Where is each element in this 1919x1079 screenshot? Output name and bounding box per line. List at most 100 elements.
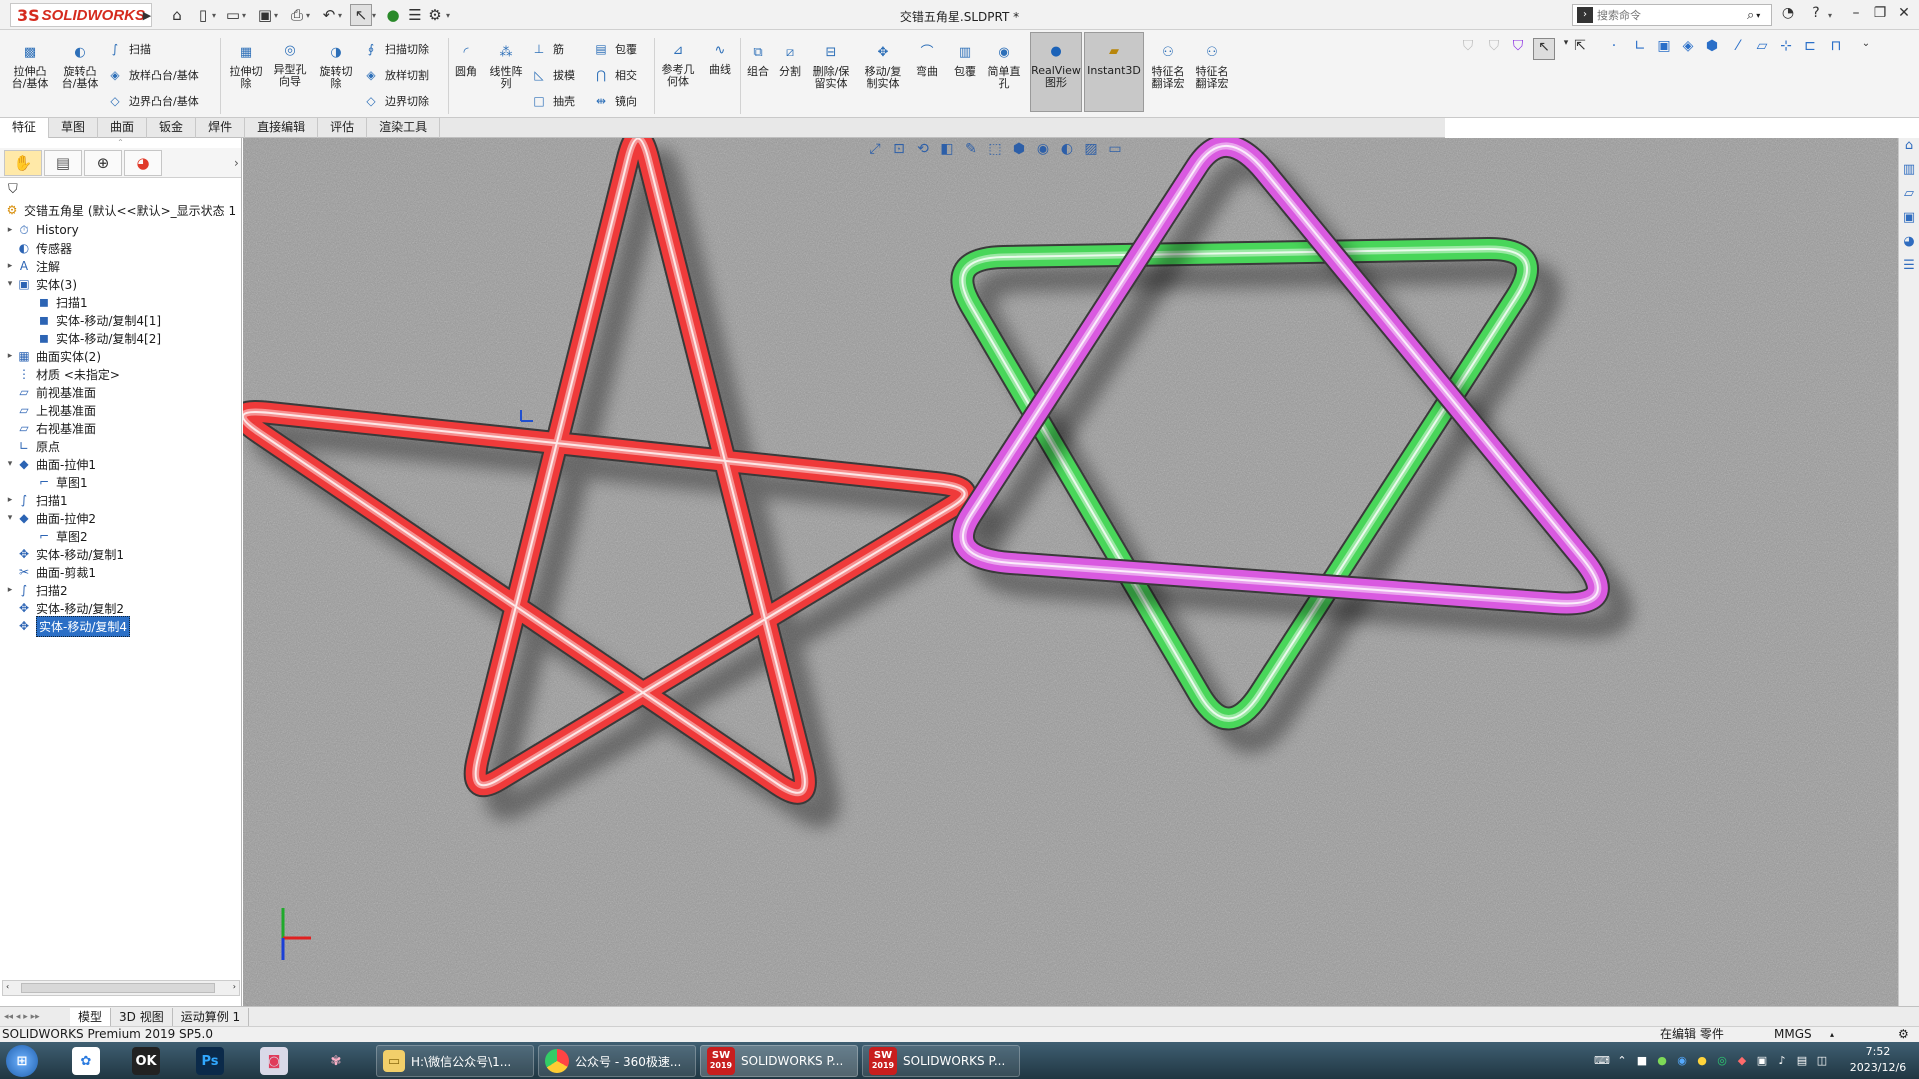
filter-clear-icon[interactable]: ⛉: [1483, 38, 1505, 60]
fillet-button[interactable]: ◜ 圆角: [452, 42, 480, 78]
hide-show-items-icon[interactable]: ◉: [1031, 141, 1055, 163]
wrap-button[interactable]: ▤ 包覆: [592, 38, 637, 60]
tree-node[interactable]: ▾ ▣ 实体(3): [0, 274, 240, 294]
configuration-manager-tab-icon[interactable]: ⊕: [84, 149, 122, 176]
panel-more-icon[interactable]: ›: [234, 156, 239, 170]
tray-app-4-icon[interactable]: ▣: [1754, 1054, 1770, 1070]
dynamic-annotation-icon[interactable]: ✎: [959, 141, 983, 163]
unit-system[interactable]: MMGS: [1774, 1027, 1812, 1042]
tree-node[interactable]: ▱ 前视基准面: [0, 382, 240, 402]
tree-node[interactable]: ▾ ◆ 曲面-拉伸1: [0, 454, 240, 474]
filter-icon[interactable]: ⛉: [1457, 38, 1479, 60]
move-copy-body-button[interactable]: ✥ 移动/复 制实体: [860, 42, 906, 90]
property-manager-tab-icon[interactable]: ▤: [44, 149, 82, 176]
tree-node[interactable]: ⋮ 材质 <未指定>: [0, 364, 240, 384]
wrap-feature-button[interactable]: ▥ 包覆: [950, 42, 980, 78]
tab-sketch[interactable]: 草图: [49, 118, 99, 138]
tree-node[interactable]: ▱ 上视基准面: [0, 400, 240, 420]
sketch-filter-icon[interactable]: ⊏: [1799, 38, 1821, 60]
mirror-button[interactable]: ⇹ 镜向: [592, 90, 637, 112]
expand-toggle-icon[interactable]: ▾: [4, 459, 16, 469]
tab-motion-study[interactable]: 运动算例 1: [173, 1007, 250, 1026]
tree-node[interactable]: ✂ 曲面-剪裁1: [0, 562, 240, 582]
tab-direct-editing[interactable]: 直接编辑: [245, 118, 319, 138]
expand-toggle-icon[interactable]: ▸: [4, 225, 16, 235]
tree-node[interactable]: ◐ 传感器: [0, 238, 240, 258]
axis-filter-icon[interactable]: ⁄: [1727, 38, 1749, 60]
tree-node[interactable]: ∟ 原点: [0, 436, 240, 456]
dimension-filter-icon[interactable]: ⊓: [1825, 38, 1847, 60]
feature-manager-tab-icon[interactable]: ✋: [4, 149, 42, 176]
start-button[interactable]: ⊞: [6, 1045, 44, 1077]
flex-button[interactable]: ⌒ 弯曲: [912, 42, 942, 78]
tab-model[interactable]: 模型: [70, 1007, 112, 1026]
revolve-boss-button[interactable]: ◐ 旋转凸 台/基体: [58, 42, 102, 90]
tree-node[interactable]: ✥ 实体-移动/复制4: [0, 615, 240, 637]
status-bar-customize-icon[interactable]: ⚙: [1898, 1027, 1909, 1042]
instant3d-button[interactable]: ▰ Instant3D: [1084, 32, 1144, 112]
zoom-to-fit-icon[interactable]: ⤢: [863, 141, 887, 163]
tab-render-tools[interactable]: 渲染工具: [367, 118, 441, 138]
draft-button[interactable]: ◺ 拔模: [530, 64, 575, 86]
close-icon[interactable]: ✕: [1894, 5, 1914, 25]
section-view-icon[interactable]: ◧: [935, 141, 959, 163]
zoom-area-icon[interactable]: ⊡: [887, 141, 911, 163]
help-dropdown-icon[interactable]: ▾: [1828, 11, 1836, 20]
appearances-icon[interactable]: ◕: [1899, 234, 1919, 258]
tree-node[interactable]: ◼ 实体-移动/复制4[2]: [0, 328, 240, 348]
taskbar-clock[interactable]: 7:52 2023/12/6: [1842, 1044, 1914, 1076]
tab-surfaces[interactable]: 曲面: [98, 118, 148, 138]
expand-toggle-icon[interactable]: ▾: [4, 513, 16, 523]
split-button[interactable]: ⧄ 分割: [776, 42, 804, 78]
tray-app-3-icon[interactable]: ◆: [1734, 1054, 1750, 1070]
feature-translate-macro-button-2[interactable]: ⚇ 特征名 翻译宏: [1192, 42, 1232, 90]
tree-node[interactable]: ▸ ∫ 扫描2: [0, 580, 240, 600]
feature-translate-macro-button-1[interactable]: ⚇ 特征名 翻译宏: [1148, 42, 1188, 90]
sweep-button[interactable]: ∫ 扫描: [106, 38, 151, 60]
command-search[interactable]: › ⌕ ▾: [1572, 4, 1772, 26]
tray-volume-icon[interactable]: ♪: [1774, 1054, 1790, 1070]
tree-node[interactable]: ▸ ∫ 扫描1: [0, 490, 240, 510]
linear-pattern-button[interactable]: ⁂ 线性阵 列: [486, 42, 526, 90]
search-dropdown-icon[interactable]: ▾: [1756, 11, 1760, 20]
minimize-icon[interactable]: –: [1846, 5, 1866, 25]
boundary-boss-button[interactable]: ◇ 边界凸台/基体: [106, 90, 198, 112]
scroll-left-icon[interactable]: ‹: [6, 982, 9, 991]
tree-node[interactable]: ✥ 实体-移动/复制1: [0, 544, 240, 564]
taskbar-app-5[interactable]: ✾: [322, 1045, 356, 1077]
scroll-right-icon[interactable]: ›: [233, 982, 236, 991]
edge-filter-icon[interactable]: ∟: [1629, 38, 1651, 60]
taskbar-browser-window[interactable]: 公众号 - 360极速...: [538, 1045, 696, 1077]
taskbar-solidworks-window-1[interactable]: SW 2019 SOLIDWORKS P...: [700, 1045, 858, 1077]
tray-network-app-icon[interactable]: ◉: [1674, 1054, 1690, 1070]
tree-node[interactable]: ⌐ 草图2: [0, 526, 240, 546]
select-tool-icon[interactable]: ↖: [1533, 38, 1555, 60]
unit-dropdown-icon[interactable]: ▴: [1830, 1027, 1834, 1042]
apply-scene-icon[interactable]: ▨: [1079, 141, 1103, 163]
display-style-icon[interactable]: ⬢: [1007, 141, 1031, 163]
tree-node[interactable]: ◼ 扫描1: [0, 292, 240, 312]
taskbar-app-4[interactable]: ◙: [260, 1045, 294, 1077]
search-icon[interactable]: ⌕: [1747, 8, 1754, 23]
tab-3d-view[interactable]: 3D 视图: [111, 1007, 173, 1026]
taskbar-photoshop[interactable]: Ps: [196, 1045, 230, 1077]
edit-appearance-icon[interactable]: ◐: [1055, 141, 1079, 163]
taskbar-folder-window[interactable]: ▭ H:\微信公众号\1...: [376, 1045, 534, 1077]
tab-sheet-metal[interactable]: 钣金: [147, 118, 197, 138]
delete-keep-body-button[interactable]: ⊟ 删除/保 留实体: [808, 42, 854, 90]
revolve-cut-button[interactable]: ◑ 旋转切 除: [316, 42, 356, 90]
tab-evaluate[interactable]: 评估: [318, 118, 368, 138]
point-filter-icon[interactable]: ⊹: [1775, 38, 1797, 60]
taskbar-solidworks-window-2[interactable]: SW 2019 SOLIDWORKS P...: [862, 1045, 1020, 1077]
tree-node[interactable]: ▸ ▦ 曲面实体(2): [0, 346, 240, 366]
scrollbar-thumb[interactable]: [21, 983, 215, 993]
tray-network-icon[interactable]: ▤: [1794, 1054, 1810, 1070]
loft-boss-button[interactable]: ◈ 放样凸台/基体: [106, 64, 198, 86]
help-icon[interactable]: ?: [1806, 5, 1826, 25]
view-palette-icon[interactable]: ▣: [1899, 210, 1919, 234]
tab-features[interactable]: 特征: [0, 118, 50, 138]
curves-button[interactable]: ∿ 曲线: [704, 40, 736, 76]
view-settings-icon[interactable]: ▭: [1103, 141, 1127, 163]
tab-scroll-arrows-icon[interactable]: ◂◂ ◂ ▸ ▸▸: [0, 1012, 70, 1022]
tree-node[interactable]: ◼ 实体-移动/复制4[1]: [0, 310, 240, 330]
